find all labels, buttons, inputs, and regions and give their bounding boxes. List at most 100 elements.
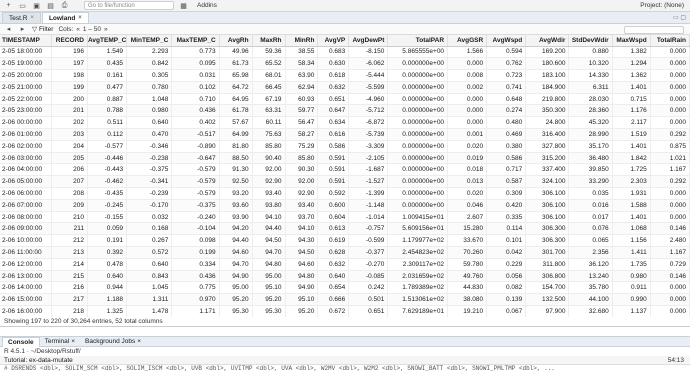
data-viewer-toolbar: ◂ ▸ ▽ Filter Cols: « 1 – 50 » [0,24,690,35]
table-cell: 215 [51,270,88,283]
table-cell: -0.085 [348,270,389,283]
table-cell: 62.94 [285,81,319,94]
table-cell: 0.059 [87,222,128,236]
column-header[interactable]: StdDevWdir [568,35,613,47]
print-icon[interactable]: ⎙ [60,1,69,10]
table-cell: -0.577 [87,140,128,153]
table-cell: 90.30 [285,163,319,177]
project-menu[interactable]: Project: (None) [640,2,684,9]
table-cell: 0.604 [317,211,350,224]
close-icon[interactable]: × [71,338,75,345]
forward-arrow-icon[interactable]: ▸ [18,25,27,34]
table-cell: 24.800 [525,116,570,130]
goto-file-input[interactable]: Go to file/function [84,1,174,10]
tab-test-r[interactable]: Test.R × [2,12,41,23]
table-cell: 95.10 [252,281,286,295]
table-cell: 28.990 [568,128,613,141]
table-cell: 206 [51,163,88,177]
search-input[interactable] [624,26,684,34]
table-cell: 60.11 [252,116,286,130]
table-cell: 39.850 [568,163,613,177]
columns-navigator[interactable]: Cols: « 1 – 50 » [58,26,107,33]
tab-terminal[interactable]: Terminal × [40,337,80,347]
column-header[interactable]: AvgWdir [525,35,570,47]
table-cell: 216 [51,281,88,295]
column-header[interactable]: MinTEMP_C [126,35,173,47]
table-cell: 0.032 [126,211,173,224]
tab-lowland[interactable]: Lowland × [41,12,89,23]
table-cell: 5.865555e+00 [387,46,449,59]
table-cell: 1.401 [612,211,651,224]
tab-background-jobs[interactable]: Background Jobs × [80,337,146,347]
save-all-icon[interactable]: ▤ [46,1,55,10]
rstudio-window: + ▭ ▣ ▤ ⎙ Go to file/function ▦ Addins P… [0,0,690,373]
column-header[interactable]: AvgRh [219,35,253,47]
table-cell: 0.594 [486,46,527,59]
column-header[interactable]: MaxWspd [612,35,651,47]
table-cell: 0.098 [171,234,220,248]
table-cell: -6.062 [348,57,389,71]
table-cell: 1.045 [126,281,173,295]
table-cell: 0.970 [171,293,220,307]
new-file-icon[interactable]: + [4,1,13,10]
column-header[interactable]: TIMESTAMP [0,35,52,47]
addins-menu[interactable]: Addins [197,2,217,9]
column-header[interactable]: AvgTEMP_C [87,35,128,47]
cols-prev-icon[interactable]: « [76,26,80,33]
table-cell: 0.632 [317,81,350,94]
column-header[interactable]: MinRh [285,35,319,47]
column-header[interactable]: AvgWspd [486,35,527,47]
column-header[interactable]: MaxRh [252,35,286,47]
table-cell: 0.146 [650,222,690,236]
grid-icon[interactable]: ▦ [179,1,188,10]
table-cell: 19.210 [447,305,488,317]
table-cell: -0.170 [126,199,173,212]
column-header[interactable]: AvgVP [317,35,350,47]
table-cell: 0.018 [447,163,488,177]
table-cell: 7.629189e+01 [387,305,449,317]
table-cell: -0.579 [171,175,220,189]
table-cell: 67.19 [252,93,286,106]
pane-window-controls[interactable]: ▭ ▢ [673,14,686,21]
table-cell: 0.146 [650,270,690,283]
table-cell: 184.900 [525,81,570,94]
table-cell: -3.309 [348,140,389,153]
close-icon[interactable]: × [30,15,34,21]
table-cell: -0.238 [126,152,173,165]
table-cell: 0.000 [650,46,690,59]
table-cell: 0.715 [612,93,651,106]
table-cell: 202 [51,116,88,130]
table-cell: 1.842 [612,152,651,165]
table-cell: 81.80 [219,140,253,153]
table-row: 2-06 05:00:00 207 -0.462 -0.341 -0.579 92.50 9… [0,175,690,189]
column-header[interactable]: TotalPAR [387,35,449,47]
table-cell: 59.780 [447,258,488,271]
open-file-icon[interactable]: ▭ [18,1,27,10]
column-header[interactable]: AvgGSR [447,35,488,47]
table-cell: 94.70 [219,258,253,271]
table-cell: 0.000 [650,199,690,212]
table-cell: 1.294 [612,57,651,71]
column-header[interactable]: RECORD [51,35,88,47]
table-cell: -0.346 [126,140,173,153]
table-row: 2-06 03:00:00 205 -0.446 -0.238 -0.647 88.50 9… [0,152,690,165]
table-row: 2-06 04:00:00 206 -0.443 -0.375 -0.579 91.30 9… [0,163,690,177]
table-cell: 1.171 [171,305,220,317]
table-cell: 209 [51,199,88,212]
cols-next-icon[interactable]: » [104,26,108,33]
table-cell: 0.887 [87,93,128,106]
table-cell: 0.000000e+00 [387,116,449,130]
table-cell: 2-06 02:00:00 [0,140,52,153]
table-cell: 0.020 [447,140,488,153]
table-cell: 0.017 [568,211,613,224]
column-header[interactable]: MaxTEMP_C [171,35,220,47]
tab-console[interactable]: Console [2,336,40,347]
column-header[interactable]: AvgDewPt [348,35,389,47]
filter-button[interactable]: ▽ Filter [32,25,53,34]
column-header[interactable]: TotalRain [650,35,690,47]
table-cell: 2.031659e+02 [387,270,449,283]
save-icon[interactable]: ▣ [32,1,41,10]
close-icon[interactable]: × [137,338,141,345]
close-icon[interactable]: × [78,15,82,21]
back-arrow-icon[interactable]: ◂ [4,25,13,34]
